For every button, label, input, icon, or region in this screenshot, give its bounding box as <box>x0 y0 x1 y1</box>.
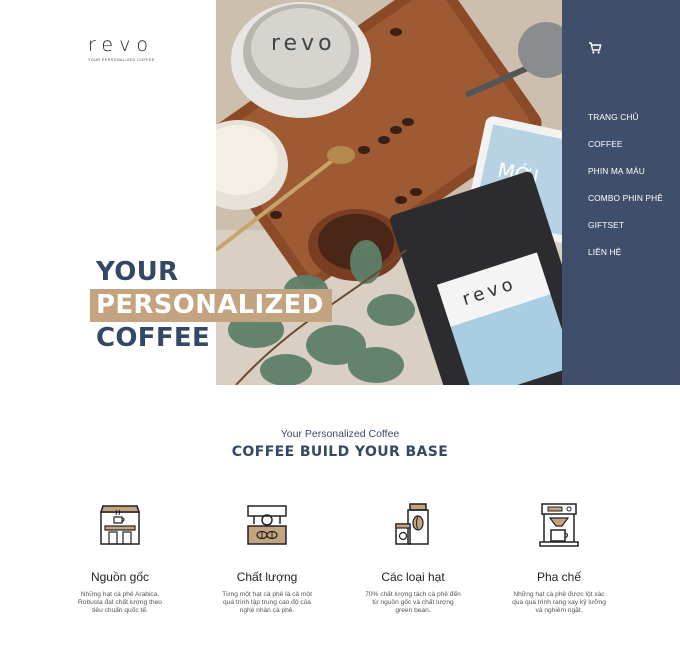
feature-brewing-title: Pha chế <box>536 570 582 584</box>
section-title: COFFEE BUILD YOUR BASE <box>231 444 449 460</box>
feature-quality-text: Từng một hạt cà phê là cả một quá trình … <box>222 591 312 614</box>
nav-item-combo-phin-phe[interactable]: COMBO PHIN PHÊ <box>588 191 663 218</box>
roasting-machine-icon <box>247 505 287 545</box>
nav-item-giftset[interactable]: GIFTSET <box>588 218 663 245</box>
hero-line-3: COFFEE <box>96 323 211 353</box>
nav-item-lien-he[interactable]: LIÊN HỆ <box>588 245 663 272</box>
section-subtitle: Your Personalized Coffee <box>280 428 400 440</box>
feature-origin: Nguồn gốc Những hạt cà phê Arabica, Robu… <box>65 500 175 615</box>
coffee-shop-icon <box>99 505 141 545</box>
feature-beans-title: Các loại hạt <box>381 570 445 584</box>
feature-beans: Các loại hạt 70% chất lượng tách cà phê … <box>358 500 468 615</box>
brand-tagline: your personalized coffee <box>88 58 155 62</box>
hero-headline: YOUR PERSONALIZED COFFEE <box>90 256 332 355</box>
main-nav: TRANG CHỦ COFFEE PHIN MẠ MÀU COMBO PHIN … <box>562 0 680 385</box>
brand-logo[interactable]: revo your personalized coffee <box>88 34 155 63</box>
brand-name: revo <box>88 34 154 56</box>
nav-item-trang-chu[interactable]: TRANG CHỦ <box>588 110 663 137</box>
cart-icon[interactable] <box>588 41 602 55</box>
feature-origin-text: Những hạt cà phê Arabica, Robusta đạt ch… <box>78 591 162 614</box>
feature-quality-title: Chất lượng <box>236 570 298 584</box>
coffee-bag-icon <box>395 503 429 545</box>
nav-item-phin-ma-mau[interactable]: PHIN MẠ MÀU <box>588 164 663 191</box>
feature-origin-title: Nguồn gốc <box>90 570 150 584</box>
feature-beans-text: 70% chất lượng tách cà phê đến từ nguồn … <box>365 591 461 614</box>
feature-quality: Chất lượng Từng một hạt cà phê là cả một… <box>212 500 322 615</box>
svg-text:revo: revo <box>271 31 336 56</box>
coffee-maker-icon <box>539 503 579 547</box>
feature-brewing: Pha chế Những hạt cà phê được lột xác qu… <box>504 500 614 615</box>
feature-brewing-text: Những hạt cà phê được lột xác qua quá tr… <box>512 591 606 614</box>
nav-item-coffee[interactable]: COFFEE <box>588 137 663 164</box>
hero-line-2: PERSONALIZED <box>90 289 332 322</box>
hero-line-1: YOUR <box>96 257 179 287</box>
